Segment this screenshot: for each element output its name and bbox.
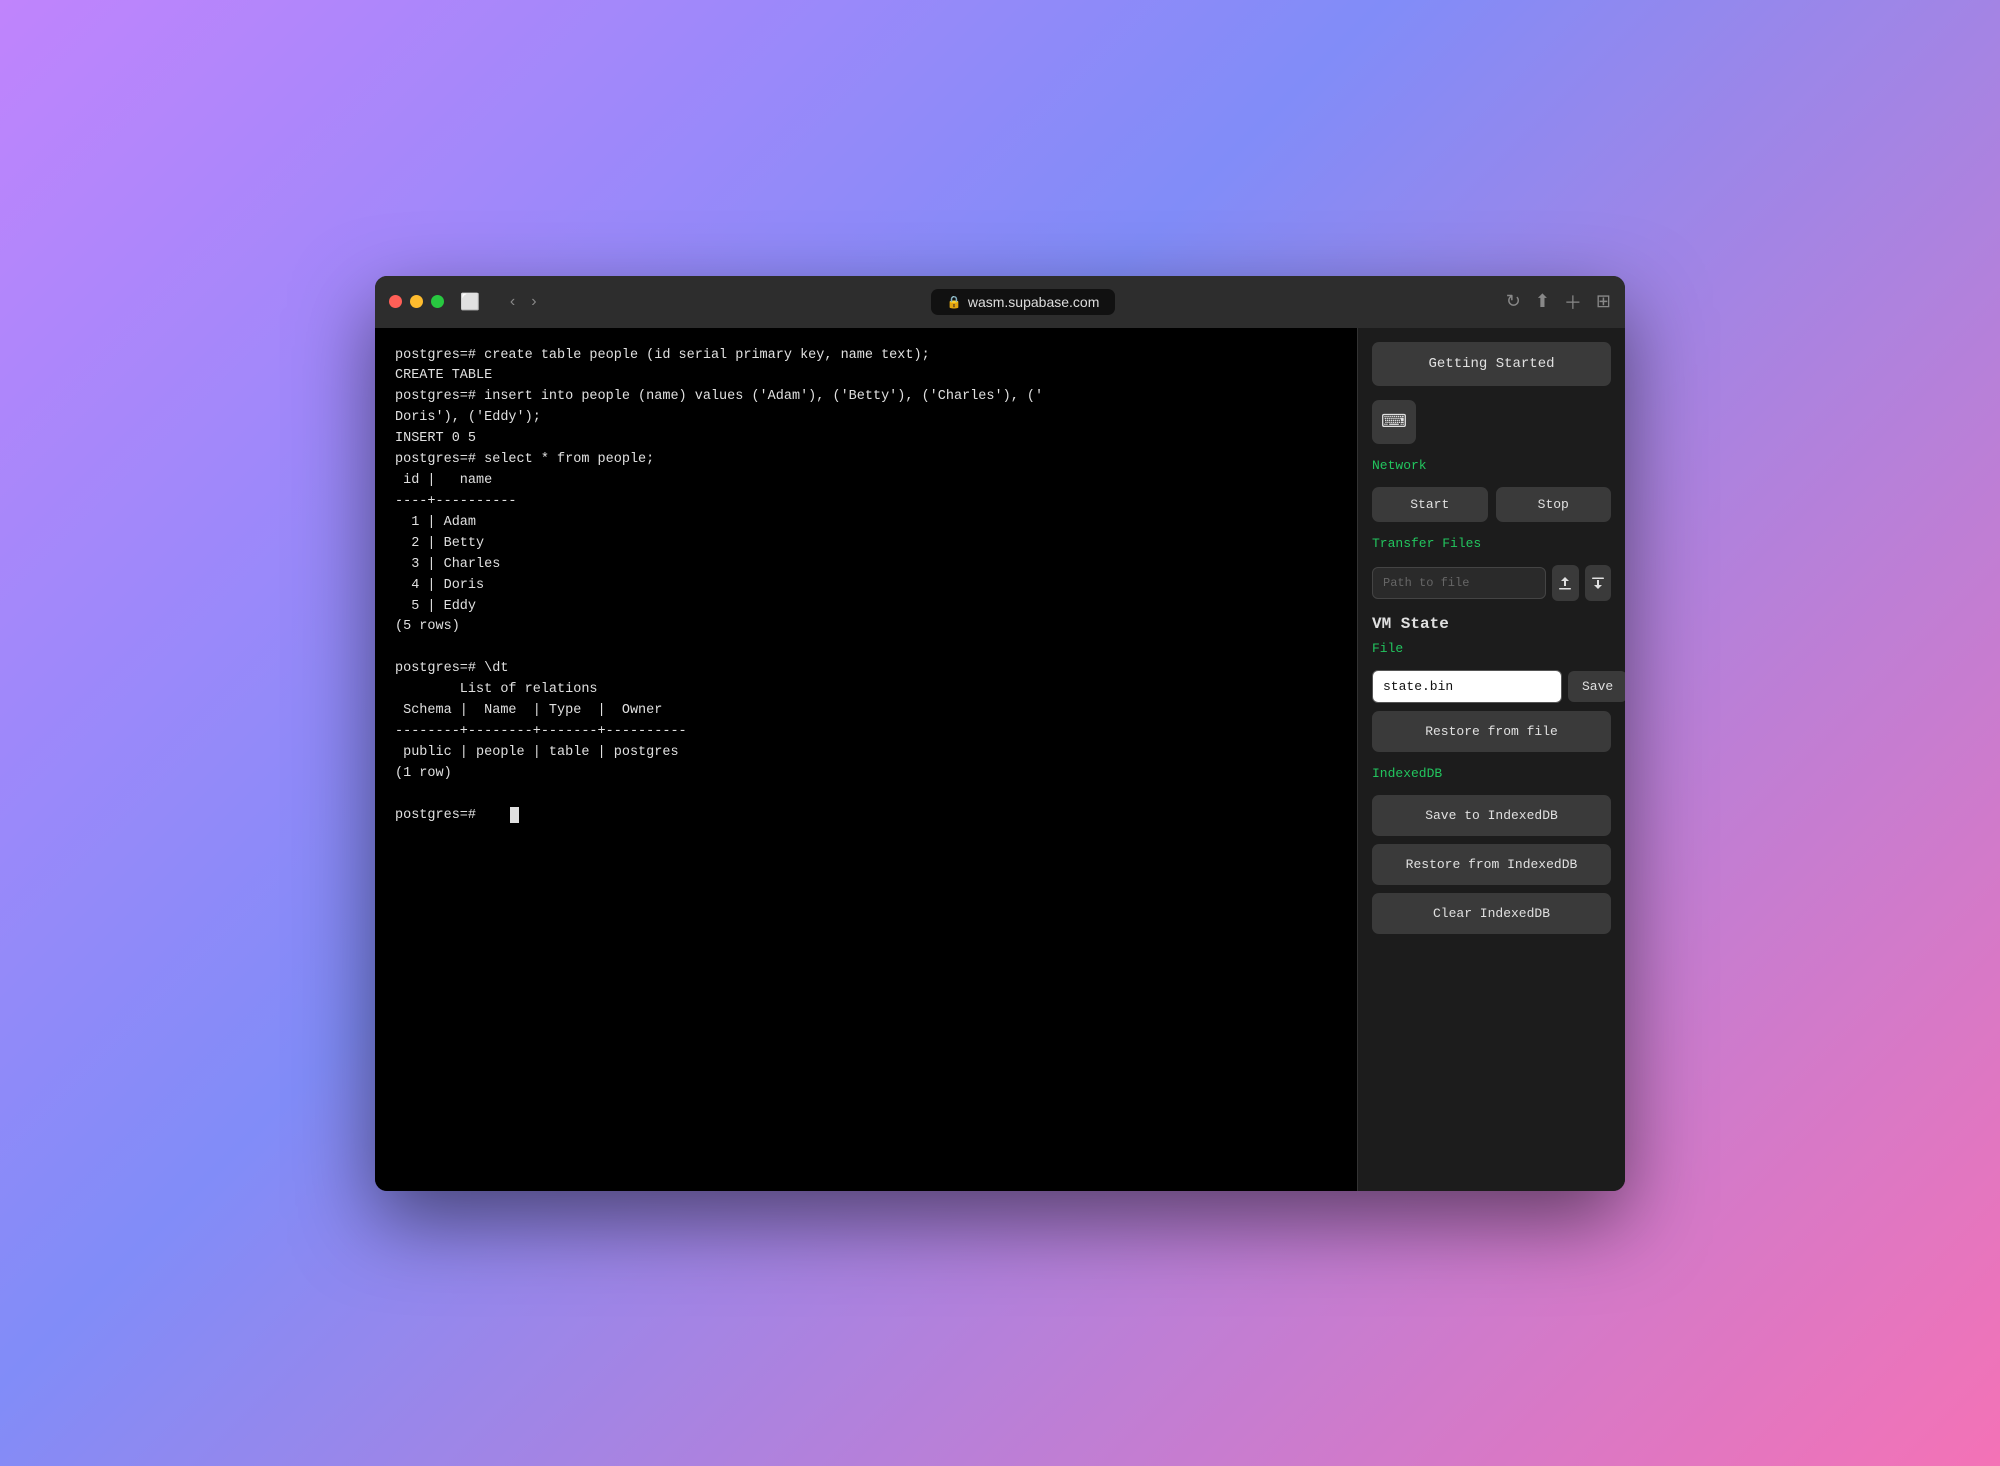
new-tab-button[interactable]: ＋ [1564,289,1582,315]
main-content: postgres=# create table people (id seria… [375,328,1625,1191]
url-text: wasm.supabase.com [968,294,1100,310]
file-label: File [1372,641,1611,656]
right-panel: Getting Started ⌨ Network Start Stop Tra… [1357,328,1625,1191]
clear-indexeddb-button[interactable]: Clear IndexedDB [1372,893,1611,934]
tabs-button[interactable]: ⊞ [1596,291,1611,312]
download-button[interactable] [1585,565,1612,601]
browser-window: ⬜ ‹ › 🔒 wasm.supabase.com ↻ ⬆ ＋ ⊞ postgr… [375,276,1625,1191]
network-start-button[interactable]: Start [1372,487,1488,522]
save-to-indexeddb-button[interactable]: Save to IndexedDB [1372,795,1611,836]
terminal-line: public | people | table | postgres [395,743,1337,764]
forward-button[interactable]: › [527,289,540,315]
address-bar[interactable]: 🔒 wasm.supabase.com [931,289,1115,315]
network-controls: Start Stop [1372,487,1611,522]
network-section: Network Start Stop [1372,458,1611,522]
transfer-files-label: Transfer Files [1372,536,1611,551]
reload-button[interactable]: ↻ [1506,291,1521,312]
upload-button[interactable] [1552,565,1579,601]
terminal-line: Schema | Name | Type | Owner [395,701,1337,722]
terminal-line: 5 | Eddy [395,597,1337,618]
close-button[interactable] [389,295,402,308]
keyboard-button[interactable]: ⌨ [1372,400,1416,444]
title-bar: ⬜ ‹ › 🔒 wasm.supabase.com ↻ ⬆ ＋ ⊞ [375,276,1625,328]
transfer-files-section: Transfer Files [1372,536,1611,601]
vm-state-section: VM State File Save Restore from file [1372,615,1611,752]
terminal-line [395,638,1337,659]
cursor [510,807,519,823]
maximize-button[interactable] [431,295,444,308]
terminal-line: postgres=# create table people (id seria… [395,346,1337,367]
terminal-line: Doris'), ('Eddy'); [395,408,1337,429]
restore-from-indexeddb-button[interactable]: Restore from IndexedDB [1372,844,1611,885]
terminal-line: id | name [395,471,1337,492]
terminal-prompt-line: postgres=# [395,806,1337,827]
terminal-line: --------+--------+-------+---------- [395,722,1337,743]
terminal-line: INSERT 0 5 [395,429,1337,450]
file-row: Save [1372,670,1611,703]
terminal-line: (5 rows) [395,617,1337,638]
network-label: Network [1372,458,1611,473]
terminal-line: 2 | Betty [395,534,1337,555]
getting-started-button[interactable]: Getting Started [1372,342,1611,386]
back-button[interactable]: ‹ [506,289,519,315]
indexeddb-label: IndexedDB [1372,766,1611,781]
vm-state-label: VM State [1372,615,1611,633]
toolbar-right: ↻ ⬆ ＋ ⊞ [1506,289,1611,315]
share-button[interactable]: ⬆ [1535,291,1550,312]
terminal-line: (1 row) [395,764,1337,785]
sidebar-toggle-button[interactable]: ⬜ [456,288,484,316]
network-stop-button[interactable]: Stop [1496,487,1612,522]
indexeddb-section: IndexedDB Save to IndexedDB Restore from… [1372,766,1611,934]
nav-controls: ‹ › [506,289,541,315]
save-button[interactable]: Save [1568,671,1625,702]
lock-icon: 🔒 [947,295,962,309]
terminal-line: 4 | Doris [395,576,1337,597]
terminal-line: List of relations [395,680,1337,701]
minimize-button[interactable] [410,295,423,308]
terminal-line: 3 | Charles [395,555,1337,576]
transfer-row [1372,565,1611,601]
upload-icon [1557,575,1573,591]
traffic-lights [389,295,444,308]
download-icon [1590,575,1606,591]
file-input[interactable] [1372,670,1562,703]
restore-from-file-button[interactable]: Restore from file [1372,711,1611,752]
terminal-line: 1 | Adam [395,513,1337,534]
terminal-line: postgres=# insert into people (name) val… [395,387,1337,408]
path-input[interactable] [1372,567,1546,599]
terminal-line: postgres=# select * from people; [395,450,1337,471]
address-bar-container: 🔒 wasm.supabase.com [553,289,1494,315]
terminal-line [395,785,1337,806]
terminal-line: ----+---------- [395,492,1337,513]
terminal-pane[interactable]: postgres=# create table people (id seria… [375,328,1357,1191]
terminal-line: CREATE TABLE [395,366,1337,387]
terminal-line: postgres=# \dt [395,659,1337,680]
